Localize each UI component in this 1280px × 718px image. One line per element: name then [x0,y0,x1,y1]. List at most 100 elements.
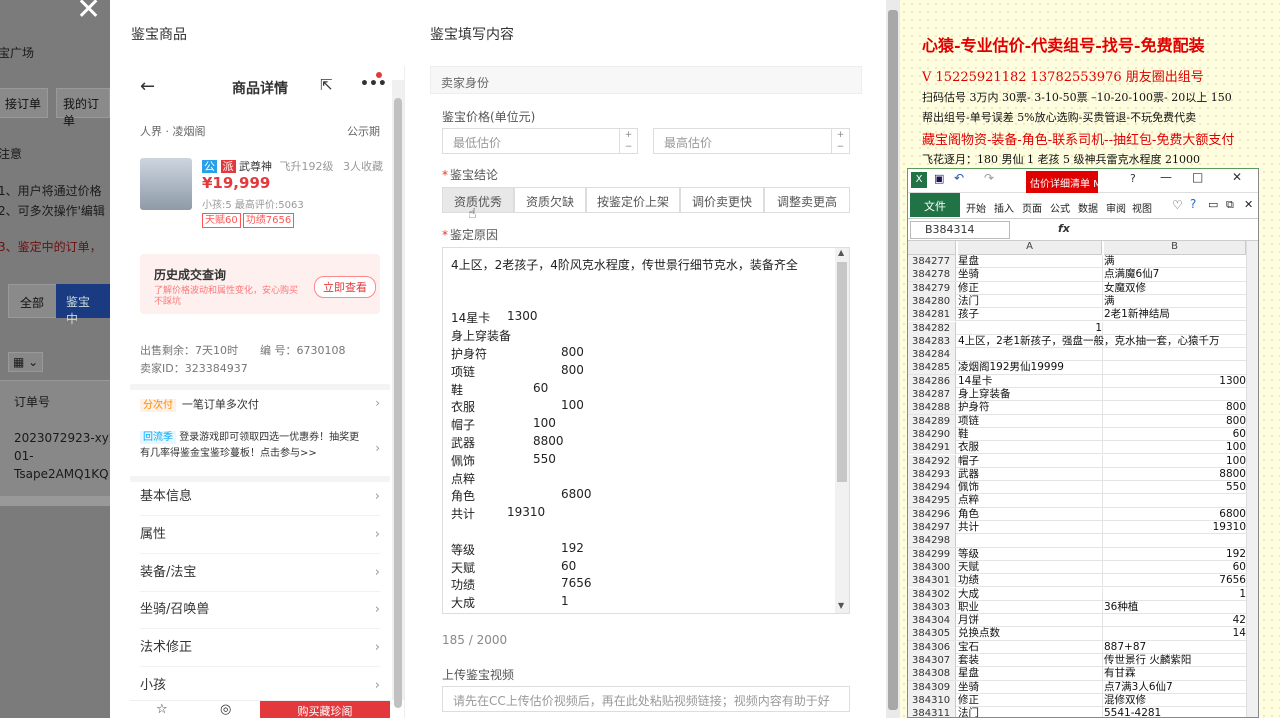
row-number[interactable]: 384288 [908,401,956,415]
row-number[interactable]: 384287 [908,388,956,401]
cell-a[interactable]: 14星卡 [958,375,1102,388]
table-row[interactable]: 384294 550 佩饰 [908,481,1258,495]
modal-scrollbar-thumb[interactable] [888,10,898,710]
row-number[interactable]: 384300 [908,560,956,574]
row-number[interactable]: 384291 [908,441,956,455]
cell-a[interactable]: 星盘 [958,255,1102,268]
star-icon[interactable]: ☆ [156,702,168,717]
conclusion-lacking[interactable]: 资质欠缺 [514,187,586,213]
cell-b[interactable]: 14 [1104,627,1246,640]
table-row[interactable]: 384303 36种植 职业 [908,600,1258,615]
phone-scrollbar-thumb[interactable] [394,98,402,708]
cell-b[interactable]: 1300 [1104,375,1246,388]
cell-a[interactable]: 佩饰 [958,481,1102,494]
tab-formula[interactable]: 公式 [1050,200,1070,215]
table-row[interactable]: 384300 60 天赋 [908,560,1258,575]
window-restore-icon[interactable]: ⧉ [1226,198,1234,212]
cell-a[interactable]: 凌烟阁192男仙19999 [958,361,1102,374]
scroll-down-icon[interactable]: ▼ [838,601,844,610]
table-row[interactable]: 384281 2老1新神结局 孩子 [908,308,1258,322]
cell-a[interactable]: 1 [958,322,1102,335]
menu-spell[interactable]: 法术修正 › [140,629,380,667]
menu-mount[interactable]: 坐骑/召唤兽 › [140,591,380,629]
cell-a[interactable]: 功绩 [958,574,1102,587]
close-icon[interactable]: ✕ [76,0,101,27]
row-number[interactable]: 384311 [908,707,956,717]
cell-a[interactable]: 修正 [958,694,1102,707]
table-row[interactable]: 384305 14 兑换点数 [908,627,1258,641]
history-card[interactable]: 历史成交查询 了解价格波动和属性变化，安心购买不踩坑 立即查看 [140,254,380,314]
cell-a[interactable]: 法门 [958,295,1102,308]
conclusion-adjust-higher[interactable]: 调整卖更高 [764,187,850,213]
cell-b[interactable]: 点满魔6仙7 [1104,268,1246,281]
more-icon[interactable]: ••• [360,76,387,92]
table-row[interactable]: 384288 800 护身符 [908,401,1258,415]
tab-review[interactable]: 审阅 [1106,200,1126,215]
table-row[interactable]: 384295 点粹 [908,494,1258,508]
cell-a[interactable]: 点粹 [958,494,1102,507]
cell-a[interactable]: 共计 [958,521,1102,534]
row-number[interactable]: 384308 [908,667,956,681]
row-number[interactable]: 384293 [908,467,956,481]
row-number[interactable]: 384292 [908,454,956,468]
row-number[interactable]: 384307 [908,654,956,667]
tab-layout[interactable]: 页面 [1022,200,1042,215]
table-row[interactable]: 384287 身上穿装备 [908,388,1258,402]
cell-a[interactable]: 帽子 [958,455,1102,468]
table-row[interactable]: 384310 混修双修 修正 [908,693,1258,708]
fx-icon[interactable]: fx [1058,222,1070,235]
tab-file[interactable]: 文件 [910,193,960,217]
video-link-input[interactable]: 请先在CC上传估价视频后，再在此处粘贴视频链接；视频内容有助于好 [442,686,850,712]
cell-a[interactable]: 角色 [958,508,1102,521]
row-number[interactable]: 384303 [908,600,956,614]
cell-b[interactable]: 6800 [1104,508,1246,521]
row-number[interactable]: 384298 [908,534,956,548]
reason-textarea[interactable]: 4上区，2老孩子，4阶风克水程度，传世景行细节克水，装备齐全 14星卡 1300 身上… [442,247,850,614]
row-number[interactable]: 384282 [908,321,956,335]
row-number[interactable]: 384304 [908,614,956,628]
table-row[interactable]: 384286 1300 14星卡 [908,374,1258,388]
tab-data[interactable]: 数据 [1078,200,1098,215]
cell-b[interactable]: 点7满3人6仙7 [1104,681,1246,694]
column-b-header[interactable]: B [1104,241,1246,255]
tab-home[interactable]: 开始 [966,200,986,215]
menu-equipment[interactable]: 装备/法宝 › [140,554,380,592]
buy-button[interactable]: 购买藏珍阁 [260,701,390,718]
cell-a[interactable]: 月饼 [958,614,1102,627]
cell-b[interactable]: 8800 [1104,468,1246,481]
window-close-icon[interactable]: ✕ [1244,198,1253,211]
bulb-icon[interactable]: ♡ [1172,198,1183,212]
corner-cell[interactable] [908,241,956,255]
share-icon[interactable]: ⇱ [320,76,333,94]
promo-row[interactable]: 回流季 登录游戏即可领取四选一优惠券！抽奖更有几率得鉴金宝鉴珍蔓板！点击参与>>… [140,430,380,470]
cell-a[interactable]: 身上穿装备 [958,388,1102,401]
max-price-input[interactable]: 最高估价 + − [653,128,850,154]
cell-a[interactable]: 等级 [958,548,1102,561]
table-row[interactable]: 384309 点7满3人6仙7 坐骑 [908,680,1258,694]
help-circle-icon[interactable]: ? [1190,197,1196,211]
cell-a[interactable]: 衣服 [958,441,1102,454]
save-icon[interactable]: ▣ [934,172,944,185]
table-row[interactable]: 384299 192 等级 [908,547,1258,561]
min-price-input[interactable]: 最低估价 + − [442,128,638,154]
row-number[interactable]: 384296 [908,507,956,521]
row-number[interactable]: 384301 [908,574,956,588]
table-row[interactable]: 384293 8800 武器 [908,467,1258,482]
cell-a[interactable]: 兑换点数 [958,627,1102,640]
table-row[interactable]: 384296 6800 角色 [908,507,1258,521]
cell-a[interactable]: 套装 [958,654,1102,667]
cell-b[interactable]: 有甘霖 [1104,667,1246,680]
table-row[interactable]: 384304 42 月饼 [908,614,1258,628]
cell-b[interactable]: 7656 [1104,574,1246,587]
cell-b[interactable]: 100 [1104,441,1246,454]
row-number[interactable]: 384297 [908,521,956,534]
row-number[interactable]: 384306 [908,640,956,654]
cell-a[interactable]: 鞋 [958,428,1102,441]
cell-b[interactable]: 36种植 [1104,601,1246,614]
conclusion-list-at-price[interactable]: 按鉴定价上架 [586,187,680,213]
cell-a[interactable]: 法门 [958,707,1102,717]
table-row[interactable]: 384285 凌烟阁192男仙19999 [908,361,1258,375]
table-row[interactable]: 384284 [908,348,1258,362]
cell-b[interactable]: 5541-4281 [1104,707,1246,717]
row-number[interactable]: 384280 [908,294,956,308]
